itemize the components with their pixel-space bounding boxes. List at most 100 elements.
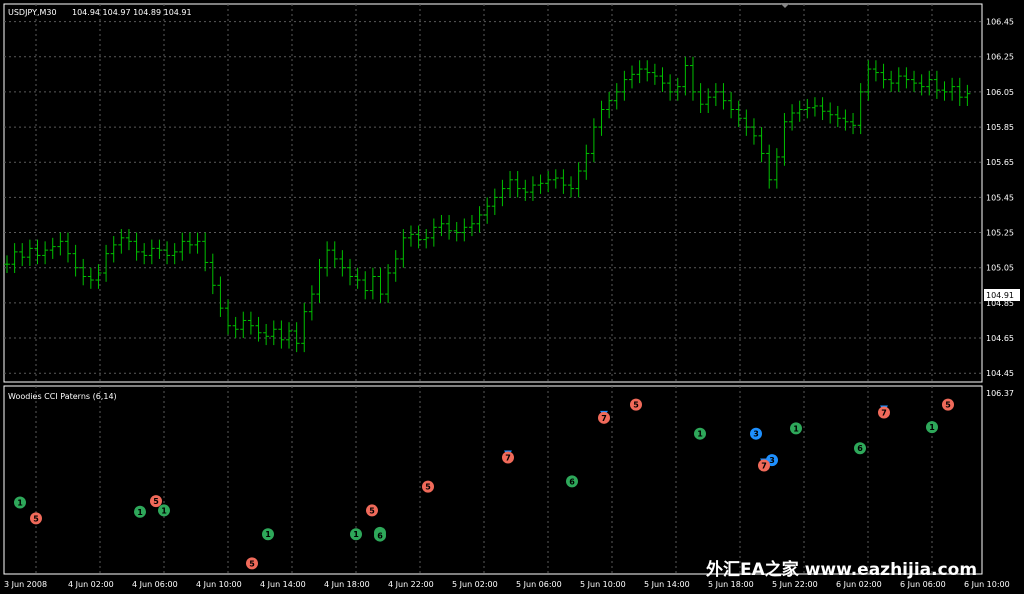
price-tick-label: 106.05 [986, 88, 1014, 97]
svg-text:1: 1 [161, 506, 167, 515]
cci-signal-marker: 1 [350, 528, 362, 541]
svg-text:1: 1 [929, 423, 935, 432]
price-bar [80, 258, 87, 286]
price-bar [26, 239, 33, 266]
price-tick-label: 105.25 [986, 229, 1014, 238]
price-bar [766, 144, 773, 189]
price-bar [141, 243, 148, 265]
svg-text:5: 5 [425, 483, 431, 492]
time-tick-label: 4 Jun 10:00 [196, 580, 242, 589]
price-bar [621, 70, 628, 101]
price-bar [34, 239, 41, 265]
price-bar [743, 109, 750, 136]
price-bar [171, 243, 178, 265]
cci-signal-marker: 7 [878, 405, 890, 419]
price-bar [64, 232, 71, 263]
cci-signal-marker: 7 [598, 410, 610, 424]
price-bar [804, 98, 811, 119]
cci-signal-marker: 6 [854, 442, 866, 455]
price-tick-label: 106.45 [986, 18, 1014, 27]
cci-signal-marker: 7 [502, 450, 514, 464]
watermark-text: 外汇EA之家 www.eazhijia.com [706, 559, 977, 580]
price-bar [682, 56, 689, 96]
price-bar [247, 311, 254, 335]
time-tick-label: 5 Jun 06:00 [516, 580, 562, 589]
chart-canvas[interactable]: 106.45 106.25 106.05 105.85 105.65 105.45 105.… [0, 0, 1024, 594]
price-bar [629, 65, 636, 89]
price-bars [4, 56, 971, 353]
cci-signal-marker: 5 [422, 480, 434, 493]
price-bar [164, 241, 171, 265]
price-bar [225, 299, 232, 335]
price-bar [568, 176, 575, 198]
price-bar [911, 70, 918, 92]
price-bar [827, 102, 834, 124]
main-pane-frame [3, 3, 983, 383]
price-bar [933, 70, 940, 99]
price-bar [941, 81, 948, 101]
svg-text:1: 1 [17, 498, 23, 507]
price-bar [834, 105, 841, 128]
cci-signal-marker: 3 [750, 427, 762, 440]
price-tick-label: 105.45 [986, 193, 1014, 202]
price-bar [926, 70, 933, 96]
time-axis: 3 Jun 2008 4 Jun 02:00 4 Jun 06:00 4 Jun 10… [4, 580, 1010, 589]
price-bar [270, 320, 277, 346]
price-bar [514, 171, 521, 198]
price-bar [392, 250, 399, 282]
price-bar [964, 84, 971, 106]
cci-signal-marker: 6 [566, 475, 578, 488]
shift-marker-icon[interactable] [781, 4, 789, 8]
price-bar [888, 70, 895, 92]
grid [3, 3, 983, 575]
price-bar [735, 100, 742, 128]
cci-signal-marker: 6 [374, 529, 386, 542]
price-bar [491, 188, 498, 215]
price-bar [773, 148, 780, 189]
price-bar [499, 179, 506, 207]
indicator-scale-top: 106.37 [986, 389, 1014, 398]
price-bar [316, 258, 323, 303]
price-bar [217, 276, 224, 317]
price-bar [819, 97, 826, 121]
price-bar [712, 83, 719, 106]
svg-text:1: 1 [793, 424, 799, 433]
price-bar [865, 60, 872, 101]
price-bar [263, 323, 270, 346]
price-bar [956, 77, 963, 106]
price-bar [636, 60, 643, 84]
cci-signal-marker: 5 [630, 398, 642, 411]
price-bar [507, 171, 514, 198]
price-tick-label: 104.45 [986, 369, 1014, 378]
price-bar [461, 218, 468, 242]
price-bar [278, 320, 285, 349]
price-bar [796, 100, 803, 122]
svg-text:5: 5 [945, 401, 951, 410]
cci-signal-marker: 1 [14, 496, 26, 509]
price-bar [537, 174, 544, 194]
price-bar [87, 267, 94, 289]
price-bar [11, 243, 18, 273]
price-tick-label: 106.25 [986, 53, 1014, 62]
price-bar [872, 60, 879, 82]
symbol-info: USDJPY,M30 [8, 8, 57, 17]
price-bar [613, 83, 620, 110]
price-bar [895, 67, 902, 92]
price-bar [362, 271, 369, 300]
svg-text:5: 5 [249, 559, 255, 568]
svg-text:5: 5 [633, 401, 639, 410]
price-bar [125, 229, 132, 251]
price-bar [133, 232, 140, 261]
price-bar [194, 232, 201, 254]
price-bar [598, 100, 605, 136]
price-bar [49, 237, 56, 259]
price-bar [880, 63, 887, 89]
svg-text:6: 6 [569, 477, 575, 486]
cci-signal-marker: 1 [158, 504, 170, 517]
time-tick-label: 6 Jun 06:00 [900, 580, 946, 589]
price-bar [689, 56, 696, 101]
svg-text:6: 6 [857, 444, 863, 453]
price-bar [57, 232, 64, 256]
cci-signal-marker: 5 [246, 557, 258, 570]
time-tick-label: 5 Jun 14:00 [644, 580, 690, 589]
